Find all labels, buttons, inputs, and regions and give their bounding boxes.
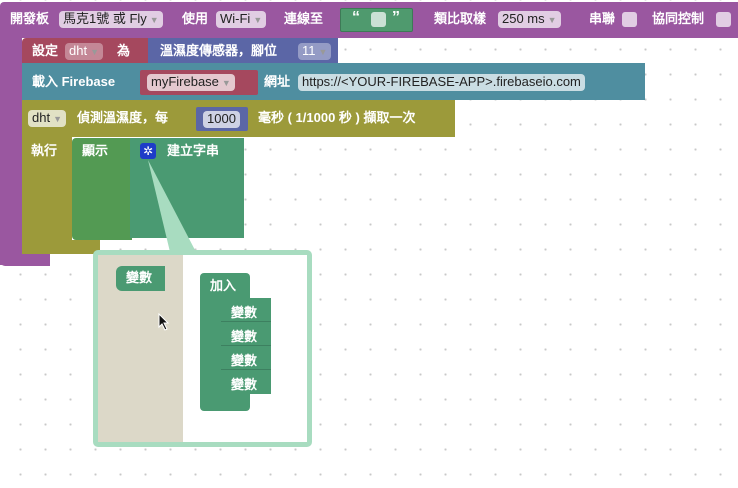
mouse-cursor-icon: [158, 313, 170, 331]
join-items: 變數 變數 變數 變數: [221, 298, 271, 394]
join-item[interactable]: 變數: [221, 298, 271, 322]
join-item[interactable]: 變數: [221, 322, 271, 346]
join-label: 加入: [210, 278, 237, 293]
join-item[interactable]: 變數: [221, 370, 271, 394]
flyout-variable-label: 變數: [126, 270, 153, 285]
join-item[interactable]: 變數: [221, 346, 271, 370]
